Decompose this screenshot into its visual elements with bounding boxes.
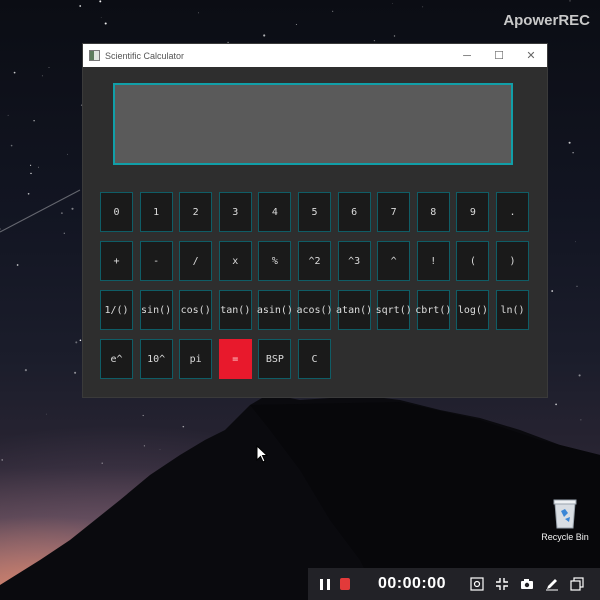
pause-icon[interactable] [320, 578, 330, 590]
key-digit-3[interactable]: 3 [218, 192, 252, 232]
key-factorial[interactable]: ! [416, 241, 450, 281]
key-decimal-point[interactable]: . [496, 192, 529, 232]
key-divide[interactable]: / [179, 241, 213, 281]
key-atan[interactable]: atan() [336, 290, 372, 330]
key-backspace[interactable]: BSP [258, 339, 292, 379]
key-log[interactable]: log() [456, 290, 490, 330]
key-digit-0[interactable]: 0 [100, 192, 133, 232]
stop-record-icon[interactable] [340, 578, 350, 590]
key-pow10[interactable]: 10^ [139, 339, 173, 379]
key-digit-2[interactable]: 2 [179, 192, 213, 232]
screenshot-camera-icon[interactable] [520, 577, 534, 591]
key-digit-9[interactable]: 9 [456, 192, 490, 232]
key-exp[interactable]: e^ [100, 339, 133, 379]
maximize-button[interactable]: ☐ [483, 44, 515, 67]
close-button[interactable]: ✕ [515, 44, 547, 67]
key-sin[interactable]: sin() [139, 290, 173, 330]
key-power[interactable]: ^ [377, 241, 411, 281]
key-digit-8[interactable]: 8 [416, 192, 450, 232]
window-title: Scientific Calculator [105, 50, 185, 61]
key-digit-6[interactable]: 6 [337, 192, 371, 232]
minimize-toolbar-icon[interactable] [570, 577, 584, 591]
title-bar[interactable]: Scientific Calculator ─ ☐ ✕ [83, 44, 547, 67]
key-cbrt[interactable]: cbrt() [415, 290, 451, 330]
key-acos[interactable]: acos() [296, 290, 333, 330]
recycle-bin-shortcut[interactable]: Recycle Bin [540, 497, 590, 542]
annotate-pen-icon[interactable] [545, 577, 559, 591]
key-equals[interactable]: = [218, 339, 252, 379]
key-asin[interactable]: asin() [257, 290, 293, 330]
key-close-paren[interactable]: ) [496, 241, 529, 281]
apowerrec-watermark: ApowerREC [503, 12, 590, 29]
key-ln[interactable]: ln() [496, 290, 529, 330]
calculator-window: Scientific Calculator ─ ☐ ✕ 0 1 2 3 4 5 6 7 8 9. +… [82, 43, 548, 398]
key-minus[interactable]: - [139, 241, 173, 281]
key-plus[interactable]: + [100, 241, 133, 281]
key-tan[interactable]: tan() [218, 290, 252, 330]
recording-timer: 00:00:00 [378, 575, 447, 592]
key-open-paren[interactable]: ( [456, 241, 490, 281]
key-sqrt[interactable]: sqrt() [376, 290, 412, 330]
minimize-button[interactable]: ─ [451, 44, 483, 67]
app-icon [89, 50, 100, 61]
key-clear[interactable]: C [298, 339, 331, 379]
key-pi[interactable]: pi [179, 339, 213, 379]
webcam-icon[interactable] [470, 577, 484, 591]
key-digit-1[interactable]: 1 [139, 192, 173, 232]
key-reciprocal[interactable]: 1/() [100, 290, 133, 330]
mouse-cursor-icon [256, 445, 268, 463]
key-square[interactable]: ^2 [298, 241, 331, 281]
recycle-bin-icon [552, 497, 578, 529]
fullscreen-icon[interactable] [495, 577, 509, 591]
calculator-display [113, 83, 513, 165]
key-digit-7[interactable]: 7 [377, 192, 411, 232]
recorder-toolbar: 00:00:00 [308, 568, 600, 600]
key-multiply[interactable]: x [218, 241, 252, 281]
key-cos[interactable]: cos() [179, 290, 213, 330]
recycle-bin-label: Recycle Bin [541, 532, 589, 542]
key-digit-5[interactable]: 5 [298, 192, 331, 232]
key-digit-4[interactable]: 4 [258, 192, 292, 232]
key-cube[interactable]: ^3 [337, 241, 371, 281]
key-percent[interactable]: % [258, 241, 292, 281]
